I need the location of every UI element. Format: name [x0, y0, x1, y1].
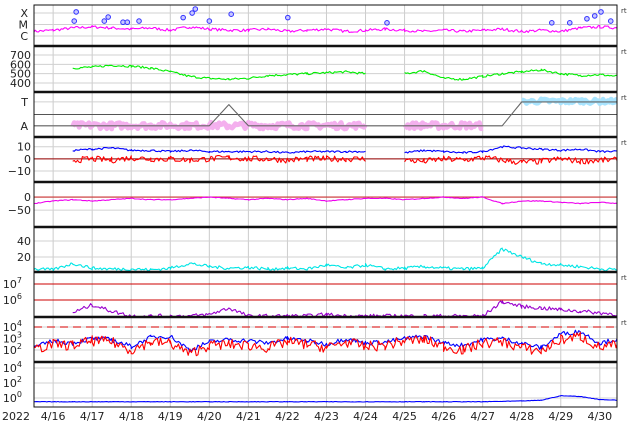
flare-marker	[180, 14, 186, 21]
flare-marker	[228, 11, 234, 17]
y-tick-text: 10	[17, 141, 31, 154]
x-tick-label: 4/21	[236, 410, 261, 423]
x-year-label: 2022	[2, 410, 30, 423]
y-tick-label: 100	[3, 390, 22, 405]
y-tick-label: 106	[3, 292, 22, 307]
y-tick-label: 0	[24, 153, 31, 166]
flare-marker	[566, 20, 573, 26]
y-tick-exponent: 2	[17, 375, 22, 384]
y-tick-text: 20	[17, 251, 31, 264]
y-tick-label: 20	[17, 251, 31, 264]
x-tick-label: 4/29	[548, 410, 573, 423]
y-tick-text: 0	[24, 191, 31, 204]
y-tick-label: T	[20, 96, 28, 109]
flare-marker	[584, 15, 590, 22]
y-tick-text: 10	[3, 278, 17, 291]
flare-marker	[73, 9, 79, 15]
x-tick-label: 4/24	[353, 410, 378, 423]
y-tick-label: −10	[8, 165, 31, 178]
y-tick-exponent: 3	[17, 331, 22, 340]
y-tick-exponent: 6	[17, 292, 22, 301]
flare-marker	[71, 18, 78, 24]
x-tick-label: 4/20	[197, 410, 222, 423]
y-tick-text: 10	[3, 344, 17, 357]
y-tick-label: A	[20, 120, 28, 133]
y-tick-labels: XMCrt700600500400rtTArt100−10rt0−5040201…	[3, 7, 627, 405]
x-tick-label: 4/19	[158, 410, 183, 423]
x-tick-label: 4/30	[587, 410, 612, 423]
y-tick-label: 400	[10, 77, 31, 90]
y-tick-text: 40	[17, 235, 31, 248]
y-tick-exponent: 7	[17, 276, 22, 285]
panel-frame	[33, 316, 618, 363]
flare-marker	[206, 18, 213, 24]
flare-marker	[101, 18, 108, 24]
series-speed	[72, 64, 617, 81]
y-tick-text: 10	[3, 294, 17, 307]
flare-marker	[192, 6, 199, 12]
flare-marker	[136, 18, 142, 24]
x-tick-label: 4/28	[509, 410, 534, 423]
y-tick-label: 104	[3, 360, 22, 375]
y-tick-text: −50	[8, 204, 31, 217]
realtime-label: rt	[621, 48, 627, 56]
x-tick-label: 4/17	[80, 410, 105, 423]
y-tick-exponent: 4	[17, 319, 22, 328]
space-weather-chart: XMCrt700600500400rtTArt100−10rt0−5040201…	[2, 4, 627, 423]
y-tick-label: 102	[3, 342, 22, 357]
x-tick-label: 4/16	[41, 410, 66, 423]
flare-marker	[189, 10, 195, 16]
y-tick-text: A	[20, 120, 28, 133]
y-tick-text: 10	[3, 362, 17, 375]
x-tick-label: 4/25	[392, 410, 417, 423]
realtime-label: rt	[621, 7, 627, 15]
flare-marker	[105, 14, 111, 20]
x-tick-label: 4/23	[314, 410, 339, 423]
flare-marker	[285, 14, 291, 21]
y-tick-text: 400	[10, 77, 31, 90]
y-tick-text: 0	[24, 153, 31, 166]
flare-marker	[598, 9, 604, 15]
panel-frame	[33, 181, 618, 228]
flare-marker	[548, 20, 555, 26]
series-Bz	[72, 154, 617, 165]
y-tick-exponent: 4	[17, 360, 22, 369]
series-toward	[520, 96, 617, 106]
y-tick-text: −10	[8, 165, 31, 178]
realtime-label: rt	[621, 94, 627, 102]
x-tick-label: 4/27	[470, 410, 495, 423]
y-tick-text: C	[20, 30, 28, 43]
panel-frame	[33, 45, 618, 93]
panel-wind-speed	[72, 64, 617, 81]
y-tick-text: T	[20, 96, 28, 109]
y-tick-label: 107	[3, 276, 22, 291]
y-tick-label: 10	[17, 141, 31, 154]
realtime-label: rt	[621, 274, 627, 282]
y-tick-label: 102	[3, 375, 22, 390]
x-tick-label: 4/26	[431, 410, 456, 423]
x-tick-label: 4/22	[275, 410, 300, 423]
realtime-label: rt	[621, 319, 627, 327]
x-tick-label: 4/18	[119, 410, 144, 423]
y-tick-exponent: 2	[17, 342, 22, 351]
y-tick-text: 10	[3, 392, 17, 405]
x-tick-labels: 2022 4/16 4/17 4/18 4/19 4/20 4/21 4/22 4/23 4/2…	[2, 410, 612, 423]
panel-frame	[33, 4, 618, 47]
y-tick-exponent: 0	[17, 390, 22, 399]
y-tick-label: 0	[24, 191, 31, 204]
series-purple	[72, 300, 617, 317]
realtime-label: rt	[621, 139, 627, 147]
y-tick-label: C	[20, 30, 28, 43]
panel-frame	[33, 271, 618, 318]
flare-marker	[384, 20, 390, 26]
y-tick-label: −50	[8, 204, 31, 217]
flare-marker	[607, 18, 614, 24]
flare-marker	[124, 19, 131, 26]
y-tick-text: 10	[3, 377, 17, 390]
flare-marker	[591, 13, 598, 19]
y-tick-label: 40	[17, 235, 31, 248]
